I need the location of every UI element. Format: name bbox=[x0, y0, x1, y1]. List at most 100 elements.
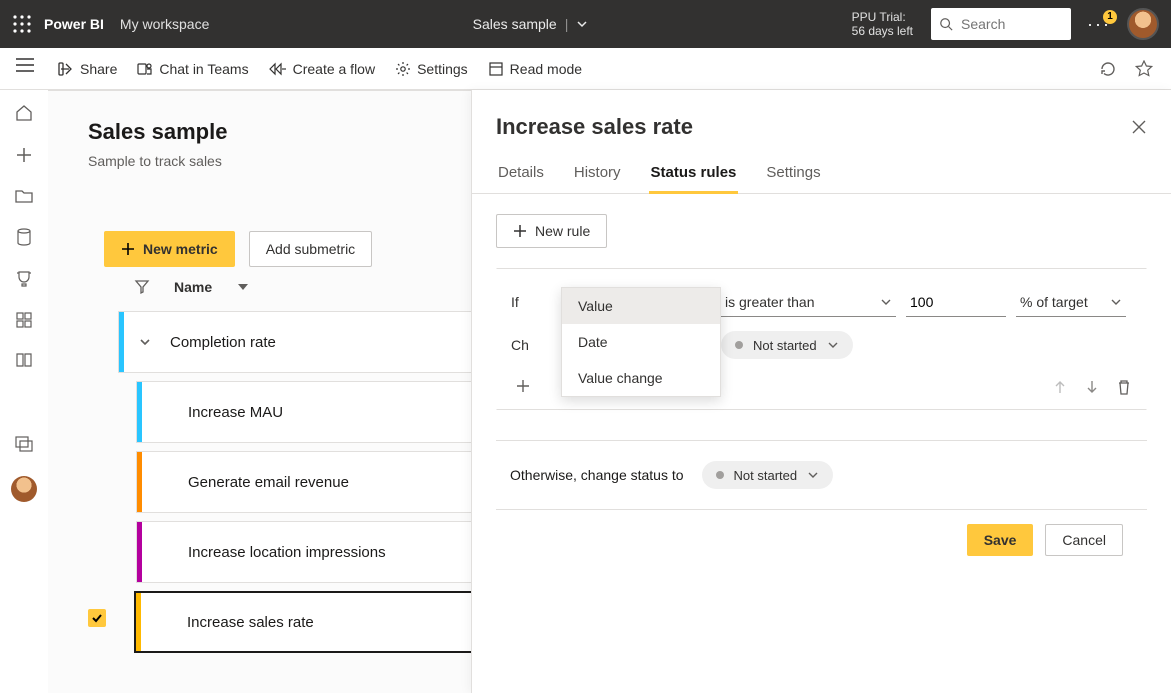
refresh-button[interactable] bbox=[1099, 60, 1117, 78]
rail-learn[interactable] bbox=[15, 352, 33, 368]
chat-teams-button[interactable]: Chat in Teams bbox=[137, 61, 248, 77]
create-flow-button[interactable]: Create a flow bbox=[269, 61, 375, 77]
rail-goals[interactable] bbox=[15, 270, 33, 288]
chevron-down-icon bbox=[576, 18, 588, 30]
trash-icon bbox=[1116, 379, 1132, 395]
rail-apps[interactable] bbox=[16, 312, 32, 328]
status-dot-icon bbox=[716, 471, 724, 479]
plus-icon bbox=[515, 378, 531, 394]
star-icon bbox=[1135, 60, 1153, 78]
document-switcher[interactable]: Sales sample | bbox=[473, 16, 589, 32]
document-name: Sales sample bbox=[473, 16, 557, 32]
brand-label: Power BI bbox=[44, 16, 104, 32]
add-submetric-button[interactable]: Add submetric bbox=[249, 231, 372, 267]
action-bar: Share Chat in Teams Create a flow Settin… bbox=[0, 48, 1171, 90]
status-color-bar bbox=[136, 593, 141, 651]
folder-icon bbox=[15, 188, 33, 204]
threshold-input[interactable] bbox=[906, 287, 1006, 317]
teams-icon bbox=[137, 61, 153, 77]
close-button[interactable] bbox=[1131, 119, 1147, 135]
add-condition-button[interactable] bbox=[511, 378, 531, 394]
field-option-value-change[interactable]: Value change bbox=[562, 360, 720, 396]
status-select[interactable]: Not started bbox=[721, 331, 853, 359]
share-icon bbox=[58, 61, 74, 77]
status-color-bar bbox=[137, 382, 142, 442]
panel-tabs: Details History Status rules Settings bbox=[472, 146, 1171, 194]
workspace-label[interactable]: My workspace bbox=[120, 16, 209, 32]
new-metric-button[interactable]: New metric bbox=[104, 231, 235, 267]
arrow-down-icon bbox=[1084, 379, 1100, 395]
search-box[interactable] bbox=[931, 8, 1071, 40]
data-icon bbox=[16, 228, 32, 246]
tab-settings[interactable]: Settings bbox=[764, 158, 822, 193]
tab-history[interactable]: History bbox=[572, 158, 623, 193]
status-color-bar bbox=[137, 522, 142, 582]
home-icon bbox=[15, 104, 33, 122]
trial-status[interactable]: PPU Trial: 56 days left bbox=[852, 10, 913, 38]
book-icon bbox=[15, 352, 33, 368]
otherwise-status-select[interactable]: Not started bbox=[702, 461, 834, 489]
if-condition-row: If Value is greater than % of target Val… bbox=[511, 287, 1132, 317]
rail-my-workspace[interactable] bbox=[11, 476, 37, 502]
otherwise-row: Otherwise, change status to Not started bbox=[496, 440, 1147, 510]
chevron-down-icon bbox=[880, 296, 892, 308]
details-panel: Increase sales rate Details History Status… bbox=[471, 90, 1171, 693]
rail-workspaces[interactable] bbox=[15, 436, 33, 452]
refresh-icon bbox=[1099, 60, 1117, 78]
rail-browse[interactable] bbox=[15, 188, 33, 204]
row-checkbox[interactable] bbox=[88, 609, 106, 627]
more-badge: 1 bbox=[1103, 10, 1117, 24]
workspaces-icon bbox=[15, 436, 33, 452]
rail-create[interactable] bbox=[15, 146, 33, 164]
arrow-up-icon bbox=[1052, 379, 1068, 395]
rail-data[interactable] bbox=[16, 228, 32, 246]
rail-home[interactable] bbox=[15, 104, 33, 122]
sort-icon[interactable] bbox=[238, 284, 248, 290]
plus-icon bbox=[513, 224, 527, 238]
plus-icon bbox=[121, 242, 135, 256]
status-dot-icon bbox=[735, 341, 743, 349]
flow-icon bbox=[269, 62, 287, 76]
chevron-down-icon bbox=[827, 339, 839, 351]
favorite-button[interactable] bbox=[1135, 60, 1153, 78]
name-column-header[interactable]: Name bbox=[174, 279, 212, 295]
save-button[interactable]: Save bbox=[967, 524, 1034, 556]
panel-title: Increase sales rate bbox=[496, 114, 693, 140]
move-up-button[interactable] bbox=[1052, 379, 1068, 395]
nav-rail bbox=[0, 90, 48, 502]
chevron-down-icon bbox=[807, 469, 819, 481]
cancel-button[interactable]: Cancel bbox=[1045, 524, 1123, 556]
page-subtitle: Sample to track sales bbox=[88, 153, 227, 169]
close-icon bbox=[1131, 119, 1147, 135]
tab-details[interactable]: Details bbox=[496, 158, 546, 193]
user-avatar[interactable] bbox=[1127, 8, 1159, 40]
more-menu[interactable]: ··· 1 bbox=[1087, 14, 1111, 35]
expand-toggle[interactable] bbox=[124, 336, 166, 348]
move-down-button[interactable] bbox=[1084, 379, 1100, 395]
topbar: Power BI My workspace Sales sample | PPU… bbox=[0, 0, 1171, 48]
trophy-icon bbox=[15, 270, 33, 288]
page-title: Sales sample bbox=[88, 119, 227, 145]
rule-block: If Value is greater than % of target Val… bbox=[496, 268, 1147, 410]
settings-button[interactable]: Settings bbox=[395, 61, 468, 77]
app-launcher-icon[interactable] bbox=[12, 14, 32, 34]
tab-status-rules[interactable]: Status rules bbox=[649, 158, 739, 194]
hamburger-icon[interactable] bbox=[16, 58, 34, 72]
filter-icon[interactable] bbox=[134, 279, 150, 295]
unit-select[interactable]: % of target bbox=[1016, 287, 1126, 317]
read-icon bbox=[488, 61, 504, 77]
delete-rule-button[interactable] bbox=[1116, 379, 1132, 395]
search-input[interactable] bbox=[959, 15, 1049, 33]
field-dropdown: ValueDateValue change bbox=[561, 287, 721, 397]
field-option-date[interactable]: Date bbox=[562, 324, 720, 360]
operator-select[interactable]: is greater than bbox=[721, 287, 896, 317]
read-mode-button[interactable]: Read mode bbox=[488, 61, 582, 77]
gear-icon bbox=[395, 61, 411, 77]
share-button[interactable]: Share bbox=[58, 61, 117, 77]
field-option-value[interactable]: Value bbox=[562, 288, 720, 324]
search-icon bbox=[939, 17, 953, 31]
new-rule-button[interactable]: New rule bbox=[496, 214, 607, 248]
status-color-bar bbox=[137, 452, 142, 512]
chevron-down-icon bbox=[1110, 296, 1122, 308]
plus-icon bbox=[15, 146, 33, 164]
